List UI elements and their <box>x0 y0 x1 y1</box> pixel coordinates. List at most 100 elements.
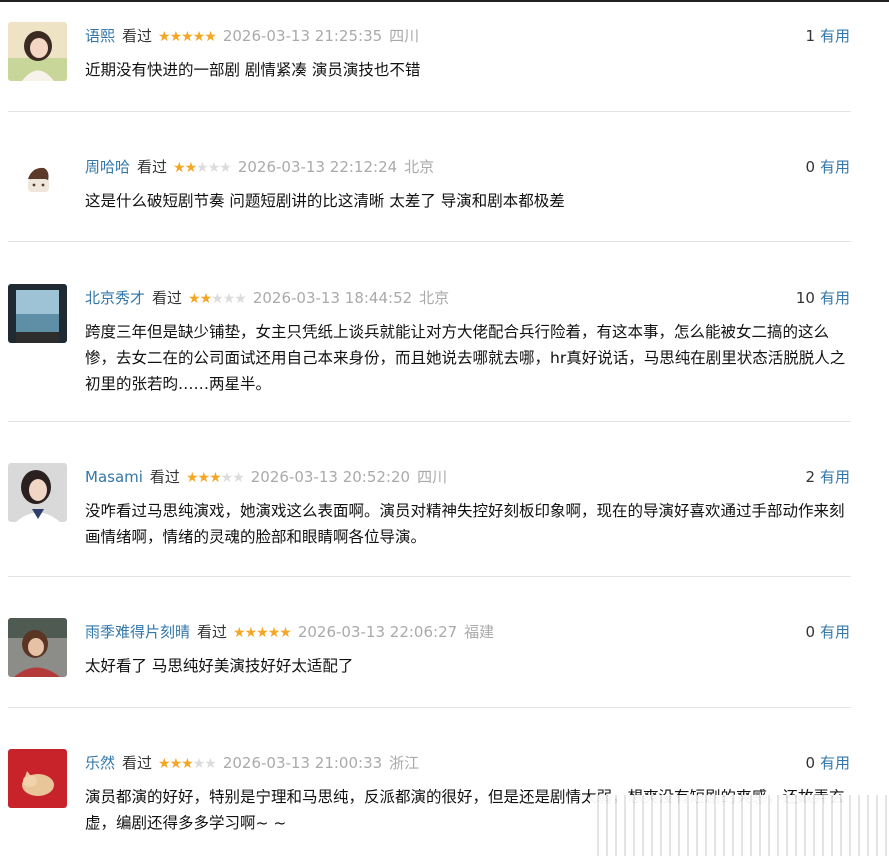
review-date: 2026-03-13 21:25:35 <box>222 27 383 45</box>
watched-label: 看过 <box>197 623 228 641</box>
review-date: 2026-03-13 18:44:52 <box>252 289 413 307</box>
review-header: 周哈哈 看过 ★★★★★ 2026-03-13 22:12:24 北京 <box>85 155 434 179</box>
star-icon: ★ <box>234 291 247 307</box>
review-content: 没咋看过马思纯演戏，她演戏这么表面啊。演员对精神失控好刻板印象啊，现在的导演好喜… <box>85 502 845 546</box>
vote-count: 0 <box>805 623 815 641</box>
rating-stars: ★★★★★ <box>233 621 292 645</box>
useful-vote: 0 有用 <box>805 751 850 775</box>
reviewer-name-link[interactable]: 北京秀才 <box>85 289 145 307</box>
watched-label: 看过 <box>152 289 183 307</box>
useful-button[interactable]: 有用 <box>820 289 850 307</box>
star-icon: ★ <box>232 470 245 486</box>
avatar-image <box>8 284 67 343</box>
review-location: 四川 <box>389 27 420 45</box>
star-icon: ★ <box>222 291 236 307</box>
star-icon: ★ <box>233 625 246 641</box>
useful-vote: 10 有用 <box>796 286 850 310</box>
review-header: 语熙 看过 ★★★★★ 2026-03-13 21:25:35 四川 <box>85 24 419 48</box>
star-icon: ★ <box>169 756 183 772</box>
star-icon: ★ <box>173 160 186 176</box>
review-location: 北京 <box>419 289 450 307</box>
review-date: 2026-03-13 22:06:27 <box>297 623 458 641</box>
vote-count: 0 <box>805 754 815 772</box>
star-icon: ★ <box>181 29 194 45</box>
review-header: 北京秀才 看过 ★★★★★ 2026-03-13 18:44:52 北京 <box>85 286 449 310</box>
star-icon: ★ <box>204 756 217 772</box>
watched-label: 看过 <box>122 754 153 772</box>
reviewer-name-link[interactable]: 周哈哈 <box>85 158 130 176</box>
useful-vote: 0 有用 <box>805 620 850 644</box>
review-content: 跨度三年但是缺少铺垫，女主只凭纸上谈兵就能让对方大佬配合兵行险着，有这本事，怎么… <box>85 323 846 393</box>
rating-stars: ★★★★★ <box>188 287 247 311</box>
star-icon: ★ <box>209 470 222 486</box>
avatar-image <box>8 22 67 81</box>
star-icon: ★ <box>256 625 269 641</box>
useful-button[interactable]: 有用 <box>820 623 850 641</box>
star-icon: ★ <box>207 160 221 176</box>
avatar[interactable] <box>8 284 67 343</box>
vote-count: 1 <box>805 27 815 45</box>
watched-label: 看过 <box>137 158 168 176</box>
star-icon: ★ <box>192 756 206 772</box>
useful-button[interactable]: 有用 <box>820 468 850 486</box>
vote-count: 0 <box>805 158 815 176</box>
star-icon: ★ <box>185 470 199 486</box>
reviewer-name-link[interactable]: 乐然 <box>85 754 115 772</box>
divider <box>8 111 851 112</box>
review-header: 乐然 看过 ★★★★★ 2026-03-13 21:00:33 浙江 <box>85 751 419 775</box>
star-icon: ★ <box>197 470 211 486</box>
star-icon: ★ <box>188 291 201 307</box>
rating-stars: ★★★★★ <box>158 752 217 776</box>
watermark-overlay <box>590 795 889 856</box>
star-icon: ★ <box>184 160 198 176</box>
star-icon: ★ <box>279 625 292 641</box>
avatar-image <box>8 749 67 808</box>
rating-stars: ★★★★★ <box>185 466 245 490</box>
star-icon: ★ <box>199 291 213 307</box>
review-location: 北京 <box>404 158 435 176</box>
review-header: Masami 看过 ★★★★★ 2026-03-13 20:52:20 四川 <box>85 465 447 489</box>
star-icon: ★ <box>204 29 217 45</box>
avatar[interactable] <box>8 749 67 808</box>
watched-label: 看过 <box>122 27 153 45</box>
useful-button[interactable]: 有用 <box>820 754 850 772</box>
useful-vote: 0 有用 <box>805 155 850 179</box>
avatar-image <box>8 463 67 522</box>
review-location: 浙江 <box>389 754 420 772</box>
review-header: 雨季难得片刻晴 看过 ★★★★★ 2026-03-13 22:06:27 福建 <box>85 620 494 644</box>
avatar[interactable] <box>8 463 67 522</box>
review-content: 太好看了 马思纯好美演技好好太适配了 <box>85 657 354 675</box>
divider <box>8 421 851 422</box>
useful-vote: 1 有用 <box>805 24 850 48</box>
review-date: 2026-03-13 22:12:24 <box>237 158 398 176</box>
avatar-image <box>8 153 67 212</box>
rating-stars: ★★★★★ <box>173 156 232 180</box>
divider <box>8 576 851 577</box>
watched-label: 看过 <box>149 468 180 486</box>
page-top-border <box>0 0 889 2</box>
star-icon: ★ <box>196 160 209 176</box>
star-icon: ★ <box>181 756 194 772</box>
star-icon: ★ <box>220 470 234 486</box>
star-icon: ★ <box>219 160 232 176</box>
avatar[interactable] <box>8 22 67 81</box>
star-icon: ★ <box>158 29 171 45</box>
avatar[interactable] <box>8 618 67 677</box>
review-content: 近期没有快进的一部剧 剧情紧凑 演员演技也不错 <box>85 61 421 79</box>
review-date: 2026-03-13 20:52:20 <box>250 468 411 486</box>
avatar[interactable] <box>8 153 67 212</box>
star-icon: ★ <box>158 756 171 772</box>
reviewer-name-link[interactable]: 语熙 <box>85 27 115 45</box>
avatar-image <box>8 618 67 677</box>
star-icon: ★ <box>267 625 281 641</box>
vote-count: 10 <box>795 289 815 307</box>
reviewer-name-link[interactable]: Masami <box>85 468 143 486</box>
useful-vote: 2 有用 <box>805 465 850 489</box>
useful-button[interactable]: 有用 <box>820 27 850 45</box>
review-content: 这是什么破短剧节奏 问题短剧讲的比这清晰 太差了 导演和剧本都极差 <box>85 192 565 210</box>
useful-button[interactable]: 有用 <box>820 158 850 176</box>
review-location: 福建 <box>464 623 495 641</box>
rating-stars: ★★★★★ <box>158 25 217 49</box>
reviewer-name-link[interactable]: 雨季难得片刻晴 <box>85 623 190 641</box>
divider <box>8 241 851 242</box>
